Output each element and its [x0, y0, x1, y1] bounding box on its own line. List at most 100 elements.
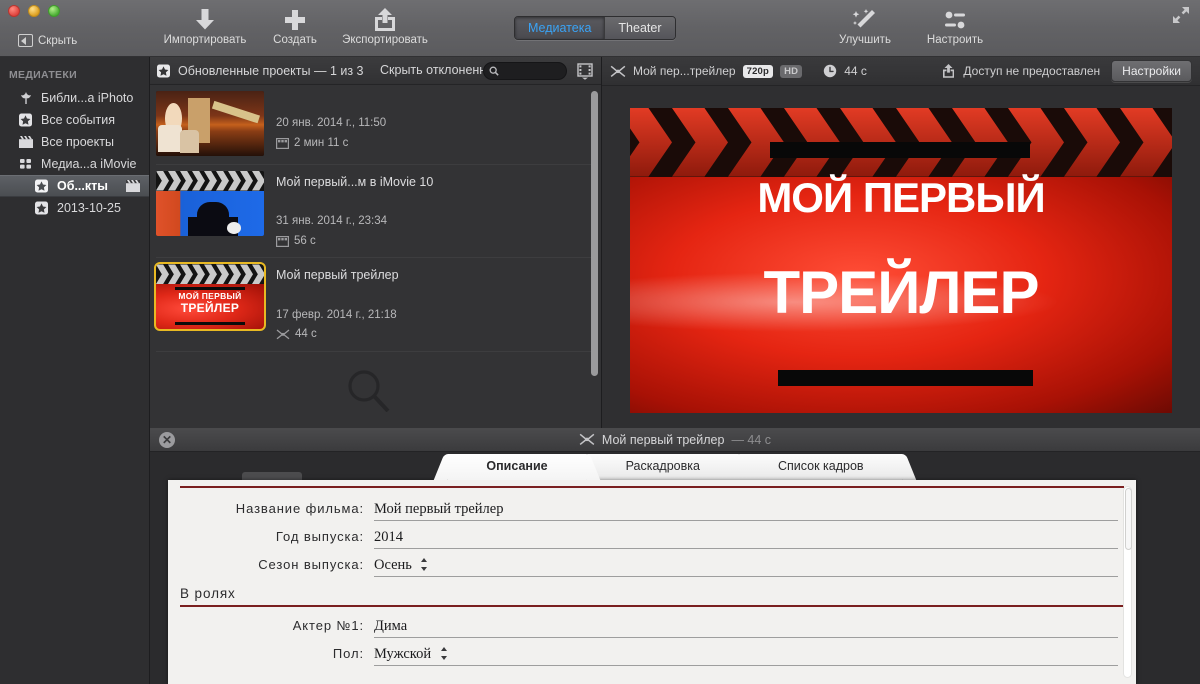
library-theater-segmented-control[interactable]: Медиатека Theater	[514, 16, 676, 40]
list-item[interactable]: 20 янв. 2014 г., 11:50 2 мин 11 с	[150, 85, 601, 162]
field-value[interactable]: 2014	[374, 529, 403, 547]
inspector-header: ✕ Мой первый трейлер — 44 с	[150, 428, 1200, 452]
clapper-stripe	[156, 264, 264, 284]
field-gender[interactable]: Пол: Мужской	[168, 645, 1136, 666]
sidebar-item-objects[interactable]: Об...кты	[0, 175, 149, 197]
create-label: Создать	[273, 34, 317, 46]
project-date: 20 янв. 2014 г., 11:50	[276, 117, 387, 129]
field-value[interactable]: Мой первый трейлер	[374, 501, 503, 519]
description-sheet: Название фильма: Мой первый трейлер Год …	[168, 480, 1136, 684]
list-item[interactable]: МОЙ ПЕРВЫЙ ТРЕЙЛЕР Мой первый трейлер 17…	[150, 258, 601, 348]
project-duration: 2 мин 11 с	[294, 136, 349, 149]
sidebar-item-label: Библи...а iPhoto	[41, 91, 134, 105]
star-icon	[157, 64, 170, 77]
project-thumbnail[interactable]	[156, 171, 264, 236]
import-label: Импортировать	[163, 34, 247, 46]
sidebar-item-iphoto-library[interactable]: Библи...а iPhoto	[0, 87, 149, 109]
field-underline	[374, 520, 1118, 521]
field-underline	[374, 548, 1118, 549]
minimize-window-button[interactable]	[28, 5, 40, 17]
star-icon	[19, 113, 32, 127]
quality-badge: HD	[780, 64, 803, 78]
scrollbar-thumb[interactable]	[591, 91, 598, 376]
sidebar-item-all-projects[interactable]: Все проекты	[0, 131, 149, 153]
thumb-title-line1: МОЙ ПЕРВЫЙ	[178, 291, 242, 302]
zoom-window-button[interactable]	[48, 5, 60, 17]
field-value[interactable]: Мужской	[374, 646, 431, 664]
tab-theater[interactable]: Theater	[605, 17, 675, 39]
adjust-button[interactable]: Настроить	[915, 8, 995, 46]
create-button[interactable]: Создать	[258, 8, 332, 46]
hide-sidebar-button[interactable]: Скрыть	[18, 34, 77, 47]
field-value[interactable]: Дима	[374, 618, 407, 636]
tab-description[interactable]: Описание	[448, 454, 586, 480]
project-thumbnail[interactable]	[156, 91, 264, 156]
sidebar-item-label: Медиа...а iMovie	[41, 157, 137, 171]
browser-header: Обновленные проекты — 1 из 3 Скрыть откл…	[150, 57, 601, 85]
field-release-year[interactable]: Год выпуска: 2014	[168, 528, 1136, 549]
viewer-panel: Мой пер...трейлер 720p HD 44 с Доступ не…	[602, 57, 1200, 428]
filmstrip-view-icon[interactable]	[576, 62, 594, 80]
browser-title: Обновленные проекты — 1 из 3	[178, 63, 364, 78]
trailer-icon	[610, 65, 626, 77]
search-field[interactable]	[483, 62, 567, 80]
hide-sidebar-label: Скрыть	[38, 34, 78, 47]
field-movie-title[interactable]: Название фильма: Мой первый трейлер	[168, 500, 1136, 521]
stepper-icon[interactable]	[440, 646, 448, 660]
clock-icon	[823, 64, 837, 78]
search-icon	[489, 66, 499, 76]
tab-shot-list[interactable]: Список кадров	[739, 454, 902, 480]
project-duration: 44 с	[295, 328, 317, 341]
field-value[interactable]: Осень	[374, 557, 412, 575]
inspector-tabs[interactable]: Описание Раскадровка Список кадров	[150, 452, 1200, 480]
sidebar-item-2013-10-25[interactable]: 2013-10-25	[0, 197, 149, 219]
field-label: Название фильма:	[235, 501, 364, 516]
star-icon	[35, 179, 48, 193]
sheet-scrollbar[interactable]	[1123, 486, 1132, 678]
project-date: 31 янв. 2014 г., 23:34	[276, 215, 387, 228]
stepper-icon[interactable]	[421, 558, 428, 572]
list-item[interactable]: Мой первый...м в iMovie 10 31 янв. 2014 …	[150, 165, 601, 255]
sidebar-item-imovie-library[interactable]: Медиа...а iMovie	[0, 153, 149, 175]
fullscreen-expand-icon[interactable]	[1172, 6, 1190, 24]
preview-title-line1: МОЙ ПЕРВЫЙ	[757, 174, 1045, 221]
inspector-title: Мой первый трейлер	[601, 432, 725, 447]
field-label: Сезон выпуска:	[258, 557, 364, 572]
search-watermark-icon	[348, 370, 390, 412]
viewer-title: Мой пер...трейлер	[633, 64, 736, 78]
search-input[interactable]	[502, 65, 564, 77]
close-icon[interactable]: ✕	[159, 432, 175, 448]
field-label: Год выпуска:	[275, 529, 364, 544]
inspector-duration: — 44 с	[731, 432, 772, 447]
share-export-icon	[375, 8, 395, 31]
project-thumbnail[interactable]: МОЙ ПЕРВЫЙ ТРЕЙЛЕР	[154, 262, 266, 332]
browser-scrollbar[interactable]	[591, 91, 598, 411]
sidebar-section-title: МЕДИАТЕКИ	[9, 69, 77, 81]
section-rule	[180, 605, 1124, 607]
sidebar-item-all-events[interactable]: Все события	[0, 109, 149, 131]
preview-title-line2: ТРЕЙЛЕР	[763, 259, 1040, 326]
scrollbar-thumb[interactable]	[1125, 488, 1132, 550]
inspector-panel: ✕ Мой первый трейлер — 44 с Описание Рас…	[150, 428, 1200, 684]
adjust-label: Настроить	[926, 34, 984, 46]
list-divider	[156, 350, 593, 352]
project-list[interactable]: 20 янв. 2014 г., 11:50 2 мин 11 с Мой пе…	[150, 85, 601, 428]
settings-button[interactable]: Настройки	[1111, 60, 1192, 82]
iphoto-icon	[21, 92, 31, 104]
project-date: 17 февр. 2014 г., 21:18	[276, 308, 397, 321]
tab-library[interactable]: Медиатека	[515, 17, 606, 39]
preview-bottom-bar	[778, 370, 1033, 386]
field-release-season[interactable]: Сезон выпуска: Осень	[168, 556, 1136, 577]
viewer-duration: 44 с	[844, 64, 867, 78]
video-preview[interactable]: МОЙ ПЕРВЫЙ ТРЕЙЛЕР	[630, 108, 1172, 413]
section-title-cast: В ролях	[180, 586, 236, 601]
project-meta: 20 янв. 2014 г., 11:50 2 мин 11 с	[276, 91, 386, 156]
share-icon[interactable]	[941, 64, 956, 78]
import-button[interactable]: Импортировать	[160, 8, 250, 46]
close-window-button[interactable]	[8, 5, 20, 17]
export-button[interactable]: Экспортировать	[335, 8, 435, 46]
plus-icon	[285, 10, 305, 30]
tab-storyboard[interactable]: Раскадровка	[587, 454, 738, 480]
field-actor-1[interactable]: Актер №1: Дима	[168, 617, 1136, 638]
enhance-button[interactable]: Улучшить	[824, 8, 906, 46]
